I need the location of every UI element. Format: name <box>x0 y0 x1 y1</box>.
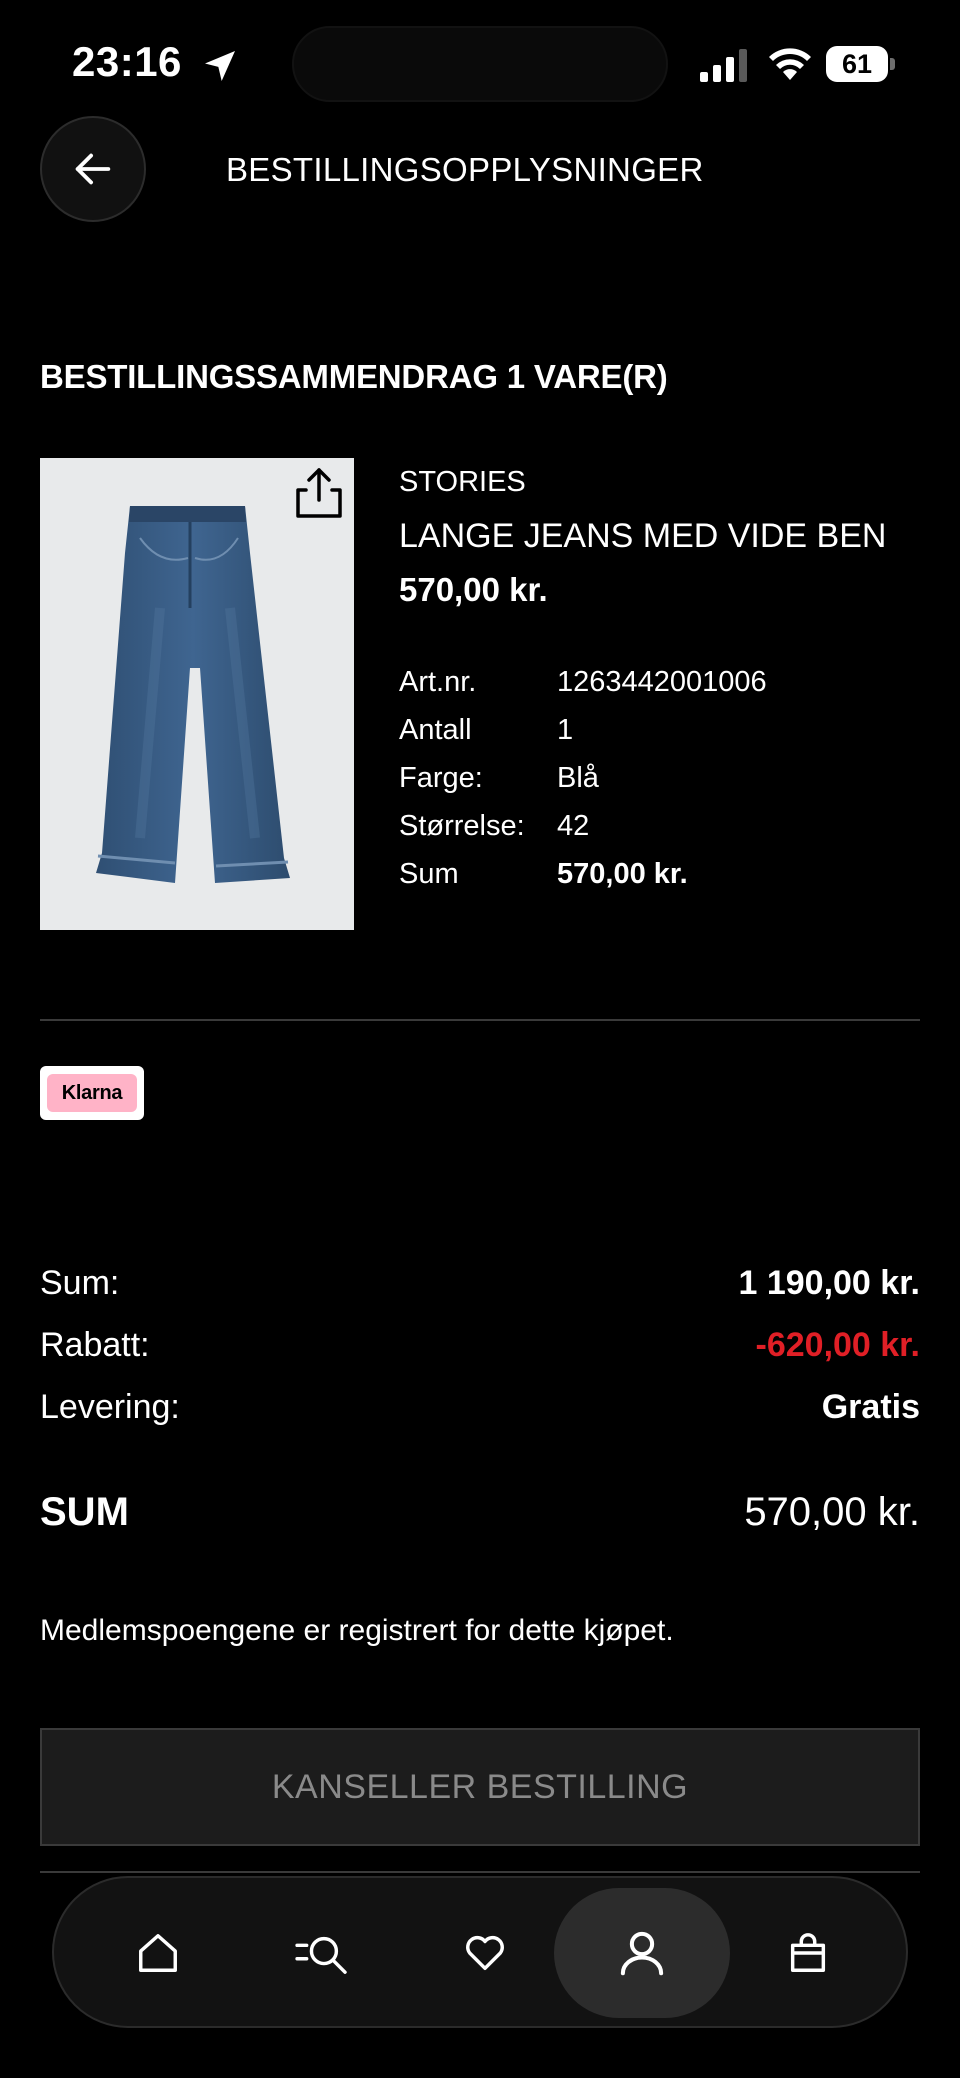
grand-total-label: SUM <box>40 1490 129 1534</box>
detail-row-quantity: Antall 1 <box>399 706 939 754</box>
detail-value: 570,00 kr. <box>557 857 688 890</box>
detail-label: Antall <box>399 713 472 746</box>
search-icon <box>295 1936 347 1974</box>
detail-value: 1263442001006 <box>557 665 767 698</box>
total-row-discount: Rabatt: -620,00 kr. <box>40 1314 920 1376</box>
detail-value: 1 <box>557 713 574 746</box>
klarna-logo: Klarna <box>47 1074 137 1112</box>
total-label: Rabatt: <box>40 1325 150 1364</box>
location-arrow-icon <box>205 51 235 81</box>
total-value: 1 190,00 kr. <box>738 1263 920 1302</box>
arrow-left-icon <box>75 153 111 185</box>
page-title: BESTILLINGSOPPLYSNINGER <box>226 151 704 188</box>
battery-tip <box>890 58 895 70</box>
total-row-sum: Sum: 1 190,00 kr. <box>40 1252 920 1314</box>
wifi-icon <box>769 48 811 80</box>
product-image[interactable] <box>40 458 354 930</box>
discount-value: -620,00 kr. <box>755 1325 920 1364</box>
cellular-signal-icon <box>700 49 747 82</box>
nav-bag[interactable] <box>720 1888 896 2018</box>
detail-row-article: Art.nr. 1263442001006 <box>399 658 939 706</box>
order-totals: Sum: 1 190,00 kr. Rabatt: -620,00 kr. Le… <box>40 1252 920 1438</box>
shopping-bag-icon <box>790 1933 826 1972</box>
battery-level: 61 <box>826 46 888 82</box>
member-points-note: Medlemspoengene er registrert for dette … <box>40 1614 674 1647</box>
divider <box>40 1019 920 1021</box>
home-icon <box>139 1934 177 1972</box>
detail-label: Art.nr. <box>399 665 477 698</box>
share-icon[interactable] <box>288 462 350 524</box>
divider <box>40 1871 920 1873</box>
status-time: 23:16 <box>72 38 182 85</box>
status-bar: 23:16 61 <box>0 0 960 120</box>
total-label: Sum: <box>40 1263 120 1302</box>
detail-row-size: Størrelse: 42 <box>399 802 939 850</box>
detail-label: Sum <box>399 857 459 890</box>
order-summary-title: BESTILLINGSSAMMENDRAG 1 VARE(R) <box>40 358 668 395</box>
grand-total-value: 570,00 kr. <box>744 1490 920 1534</box>
dynamic-island <box>292 26 668 102</box>
total-value: Gratis <box>821 1387 920 1426</box>
nav-home[interactable] <box>70 1888 246 2018</box>
detail-label: Størrelse: <box>399 809 525 842</box>
back-button[interactable] <box>40 116 146 222</box>
nav-profile[interactable] <box>554 1888 730 2018</box>
profile-icon <box>620 1931 664 1976</box>
klarna-payment-badge: Klarna <box>40 1066 144 1120</box>
product-price: 570,00 kr. <box>399 571 548 608</box>
nav-search[interactable] <box>234 1888 410 2018</box>
bottom-navigation <box>52 1876 908 2028</box>
detail-row-color: Farge: Blå <box>399 754 939 802</box>
heart-icon <box>466 1936 504 1971</box>
product-brand: STORIES <box>399 466 526 498</box>
product-details: Art.nr. 1263442001006 Antall 1 Farge: Bl… <box>399 658 939 898</box>
product-info: STORIES LANGE JEANS MED VIDE BEN 570,00 … <box>399 462 939 898</box>
battery-indicator: 61 <box>826 46 896 82</box>
detail-row-sum: Sum 570,00 kr. <box>399 850 939 898</box>
grand-total: SUM 570,00 kr. <box>40 1490 920 1535</box>
detail-label: Farge: <box>399 761 483 794</box>
detail-value: Blå <box>557 761 599 794</box>
nav-favorites[interactable] <box>397 1888 573 2018</box>
total-label: Levering: <box>40 1387 180 1426</box>
total-row-delivery: Levering: Gratis <box>40 1376 920 1438</box>
product-name[interactable]: LANGE JEANS MED VIDE BEN <box>399 512 939 560</box>
jeans-illustration <box>96 506 290 883</box>
detail-value: 42 <box>557 809 590 842</box>
cancel-order-button[interactable]: KANSELLER BESTILLING <box>40 1728 920 1846</box>
